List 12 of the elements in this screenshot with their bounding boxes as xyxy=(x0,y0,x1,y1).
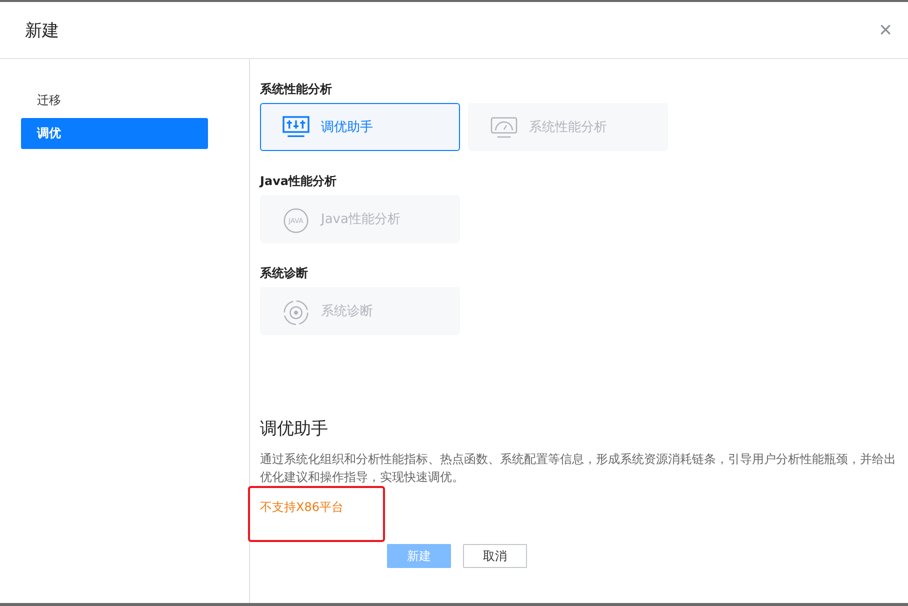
dialog-title: 新建 xyxy=(25,20,59,42)
description-text: 通过系统化组织和分析性能指标、热点函数、系统配置等信息，形成系统资源消耗链条，引导用户分析性能瓶颈，并给出优化建议和操作指导，实现快速调优。 xyxy=(260,451,896,486)
sidebar-item[interactable]: 迁移 xyxy=(21,85,208,116)
section-title: Java性能分析 xyxy=(260,173,338,189)
section-title: 系统诊断 xyxy=(260,265,309,281)
close-button[interactable]: × xyxy=(873,17,898,43)
cancel-button[interactable]: 取消 xyxy=(463,544,527,568)
warning-text: 不支持X86平台 xyxy=(260,500,344,514)
option-card[interactable]: 调优助手 xyxy=(260,103,460,151)
sidebar-item[interactable]: 调优 xyxy=(21,118,208,149)
section-title: 系统性能分析 xyxy=(260,81,333,97)
detail-title: 调优助手 xyxy=(260,418,329,440)
